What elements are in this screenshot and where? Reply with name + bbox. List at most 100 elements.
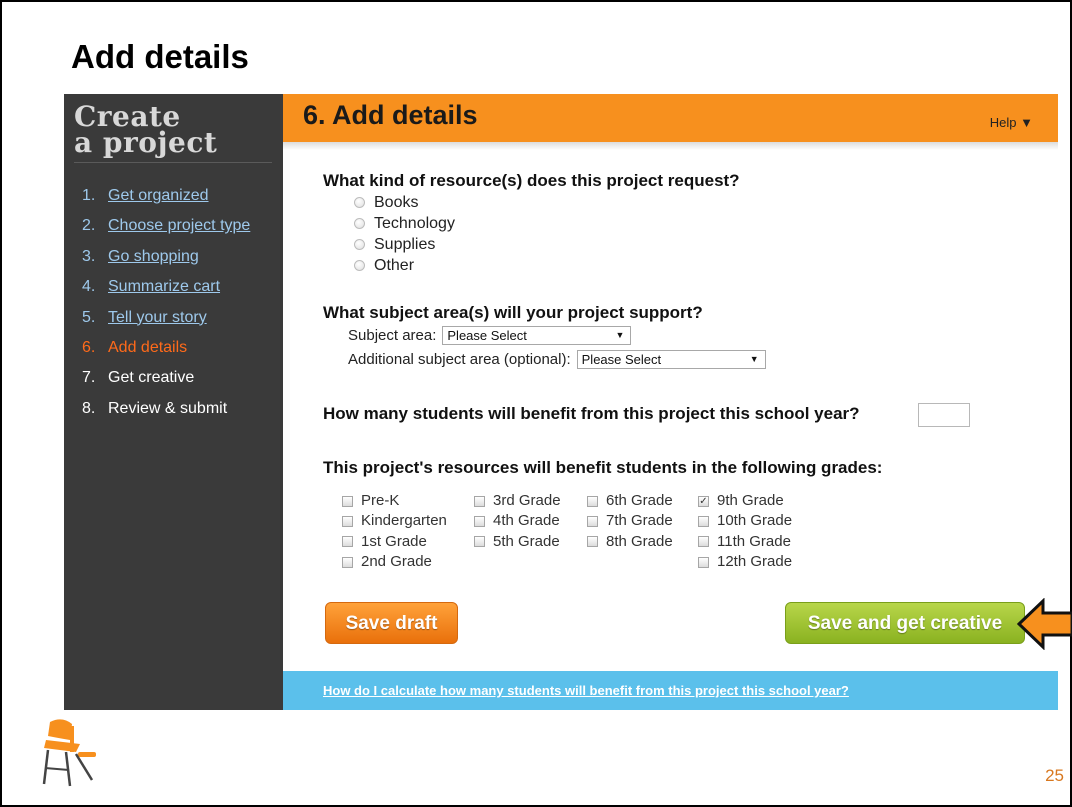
sidebar-step: 6. Add details [82, 337, 250, 367]
additional-subject-select[interactable]: Please Select ▼ [576, 350, 766, 369]
grade-checkbox[interactable]: ✓ [698, 495, 709, 507]
step-number: 2. [82, 217, 96, 235]
grade-label: Kindergarten [361, 512, 447, 530]
grade-checkbox[interactable] [474, 495, 485, 507]
resource-question: What kind of resource(s) does this proje… [323, 171, 740, 190]
sidebar-step[interactable]: 7. Get creative [82, 367, 250, 397]
step-label: Get creative [108, 369, 195, 387]
grade-checkbox[interactable] [587, 536, 598, 548]
grade-label: 10th Grade [717, 512, 793, 530]
grade-option[interactable]: 11th Grade [698, 532, 792, 552]
grade-checkbox[interactable] [342, 495, 353, 507]
caret-down-icon: ▼ [1020, 115, 1033, 130]
grade-label: 9th Grade [717, 492, 784, 510]
grade-option[interactable]: ✓ 9th Grade [698, 491, 792, 511]
sidebar-step[interactable]: 5. Tell your story [82, 307, 250, 337]
slide-number: 25 [1045, 766, 1064, 785]
grade-checkbox[interactable] [342, 556, 353, 568]
resource-option[interactable]: Other [354, 255, 455, 276]
resource-option[interactable]: Technology [354, 213, 455, 234]
grade-checkbox[interactable] [698, 515, 709, 527]
grade-checkbox[interactable] [587, 495, 598, 507]
grade-label: 3rd Grade [493, 492, 561, 510]
additional-subject-row: Additional subject area (optional): Plea… [348, 350, 766, 369]
step-number: 8. [82, 399, 96, 417]
sidebar-step[interactable]: 3. Go shopping [82, 246, 250, 276]
subject-question: What subject area(s) will your project s… [323, 303, 703, 322]
page-title: 6. Add details [303, 100, 478, 130]
step-label: Choose project type [108, 217, 251, 235]
subject-area-value: Please Select [447, 328, 527, 343]
grade-option[interactable]: 3rd Grade [474, 491, 561, 511]
sidebar-step[interactable]: 2. Choose project type [82, 215, 250, 245]
grade-option[interactable]: 7th Grade [587, 511, 673, 531]
grade-checkbox[interactable] [474, 515, 485, 527]
grade-checkbox[interactable] [342, 515, 353, 527]
grade-option[interactable]: 12th Grade [698, 552, 792, 572]
header-divider [283, 142, 1058, 150]
step-number: 7. [82, 369, 96, 387]
radio-button[interactable] [354, 218, 365, 229]
grade-label: 6th Grade [606, 492, 673, 510]
grade-checkbox[interactable] [698, 556, 709, 568]
grades-question: This project's resources will benefit st… [323, 458, 883, 477]
grade-option[interactable]: 1st Grade [342, 532, 447, 552]
grade-label: 11th Grade [717, 532, 791, 550]
step-number: 1. [82, 187, 96, 204]
grade-option[interactable]: Kindergarten [342, 511, 447, 531]
grade-label: 4th Grade [493, 512, 560, 530]
grade-checkbox[interactable] [698, 536, 709, 548]
footer-bar: How do I calculate how many students wil… [283, 671, 1058, 710]
grade-option[interactable]: 6th Grade [587, 491, 673, 511]
step-label: Review & submit [108, 399, 228, 417]
step-label: Get organized [108, 187, 209, 204]
chair-mascot-icon [42, 719, 96, 787]
dropdown-arrow-icon: ▼ [749, 354, 759, 364]
grade-column-2: 3rd Grade 4th Grade 5th Grade [474, 491, 561, 552]
grade-label: 12th Grade [717, 553, 793, 571]
grade-checkbox[interactable] [342, 536, 353, 548]
sidebar-step[interactable]: 8. Review & submit [82, 398, 250, 428]
resource-option-label: Technology [374, 214, 455, 232]
grade-checkbox[interactable] [587, 515, 598, 527]
radio-button[interactable] [354, 239, 365, 250]
step-label: Go shopping [108, 247, 199, 265]
grade-option[interactable]: 2nd Grade [342, 552, 447, 572]
students-question: How many students will benefit from this… [323, 404, 860, 423]
grade-label: 8th Grade [606, 532, 673, 550]
step-label: Tell your story [108, 308, 207, 326]
grade-option[interactable]: 5th Grade [474, 532, 561, 552]
radio-button[interactable] [354, 197, 365, 208]
student-count-input[interactable] [918, 403, 970, 427]
resource-option[interactable]: Supplies [354, 234, 455, 255]
grade-label: 2nd Grade [361, 553, 432, 571]
resource-option[interactable]: Books [354, 192, 455, 213]
help-menu[interactable]: Help ▼ [990, 115, 1033, 130]
create-project-app: Create a project 1. Get organized 2. Choose… [64, 94, 1058, 710]
page-header: 6. Add details Help ▼ [283, 94, 1058, 142]
step-number: 5. [82, 308, 96, 326]
resource-option-label: Books [374, 193, 419, 211]
subject-area-label: Subject area: [348, 327, 437, 344]
grade-option[interactable]: 8th Grade [587, 532, 673, 552]
save-draft-button[interactable]: Save draft [325, 602, 458, 644]
grade-column-1: Pre-K Kindergarten 1st Grade 2nd Grade [342, 491, 447, 572]
slide-title: Add details [71, 38, 249, 75]
grade-column-3: 6th Grade 7th Grade 8th Grade [587, 491, 673, 552]
brand-logo: Create a project [74, 103, 272, 163]
step-number: 6. [82, 338, 96, 356]
sidebar-step[interactable]: 1. Get organized [82, 185, 250, 215]
pointer-arrow-icon [1017, 598, 1072, 650]
save-and-get-creative-button[interactable]: Save and get creative [785, 602, 1025, 644]
step-list: 1. Get organized 2. Choose project type 3. Go… [82, 185, 250, 428]
grade-option[interactable]: Pre-K [342, 491, 447, 511]
grade-option[interactable]: 10th Grade [698, 511, 792, 531]
sidebar-step[interactable]: 4. Summarize cart [82, 276, 250, 306]
grade-checkbox[interactable] [474, 536, 485, 548]
student-count-help-link[interactable]: How do I calculate how many students wil… [323, 683, 849, 698]
radio-button[interactable] [354, 260, 365, 271]
step-number: 4. [82, 278, 96, 296]
subject-area-row: Subject area: Please Select ▼ [348, 326, 632, 345]
grade-option[interactable]: 4th Grade [474, 511, 561, 531]
subject-area-select[interactable]: Please Select ▼ [442, 326, 632, 345]
